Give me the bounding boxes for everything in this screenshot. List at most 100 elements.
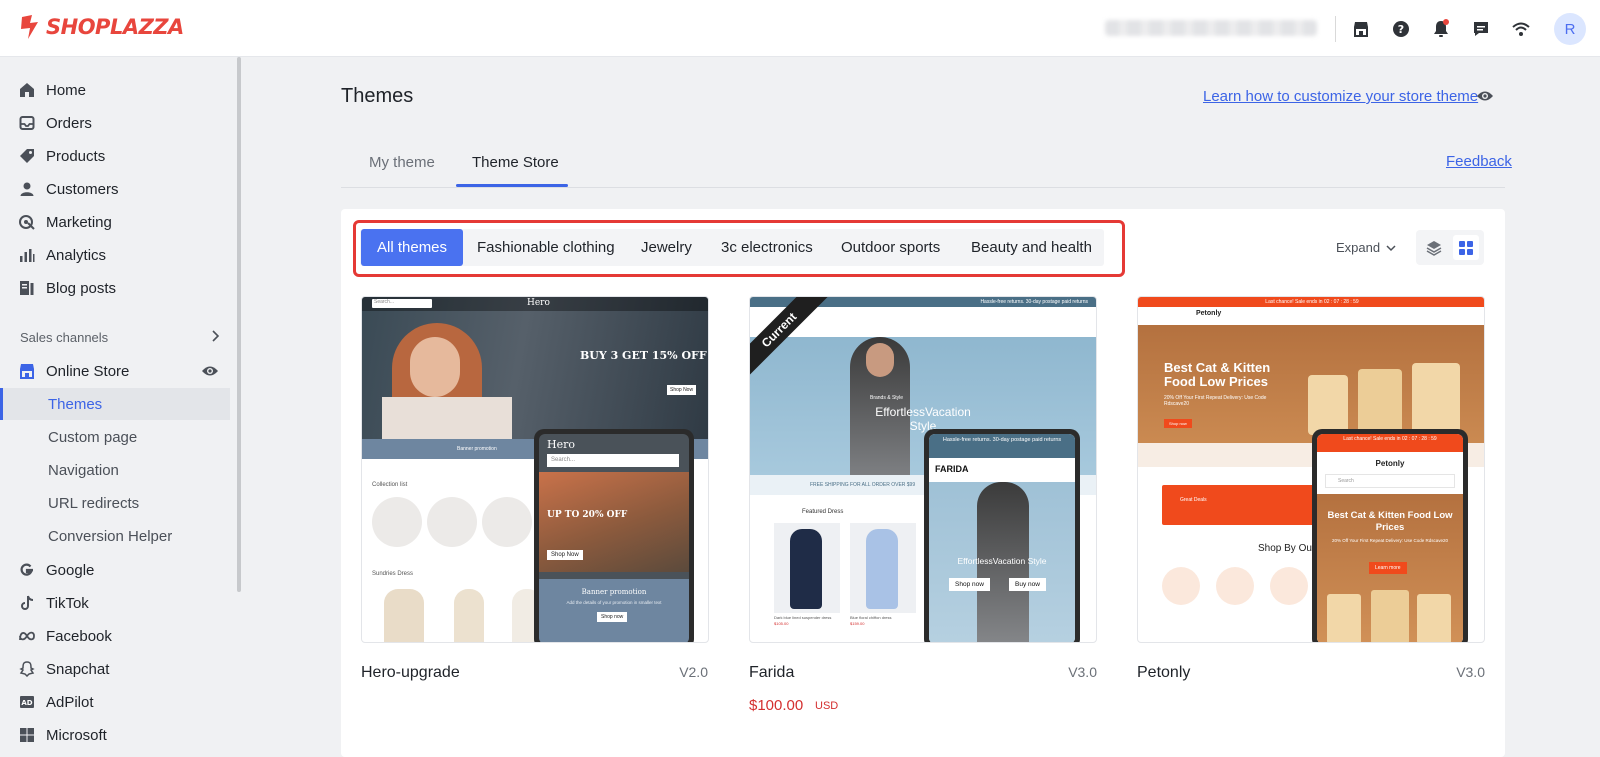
theme-currency-farida: USD (815, 700, 839, 712)
sidebar-item-facebook[interactable]: Facebook (18, 620, 112, 652)
chevron-right-icon[interactable] (208, 329, 222, 343)
mobile-logo: FARIDA (935, 464, 969, 474)
sidebar-item-adpilot[interactable]: AD AdPilot (18, 686, 94, 718)
help-icon[interactable]: ? (1390, 18, 1412, 40)
person-icon (18, 180, 36, 198)
theme-preview-petonly[interactable]: Last chance! Sale ends in 02 : 07 : 28 :… (1137, 296, 1485, 643)
expand-dropdown[interactable]: Expand (1336, 240, 1396, 255)
sidebar-sub-item-conversion-helper[interactable]: Conversion Helper (0, 520, 230, 552)
avatar[interactable]: R (1554, 13, 1586, 45)
sidebar-item-marketing[interactable]: Marketing (18, 206, 112, 238)
theme-name-farida[interactable]: Farida (749, 664, 794, 682)
sidebar-item-snapchat[interactable]: Snapchat (18, 653, 109, 685)
shoplazza-logo[interactable]: SHOPLAZZA (18, 14, 184, 40)
learn-customize-link[interactable]: Learn how to customize your store theme (1203, 88, 1478, 105)
feedback-link[interactable]: Feedback (1446, 153, 1512, 170)
sidebar-item-label: TikTok (46, 594, 89, 612)
view-toggle (1416, 230, 1484, 265)
eye-icon[interactable] (1476, 89, 1494, 103)
search-box: Search... (372, 299, 432, 308)
snapchat-icon (18, 660, 36, 678)
banner-subtitle: 20% Off Your First Repeat Delivery: Use … (1164, 395, 1267, 407)
mobile-announcement: Hassle-free returns. 30-day postage paid… (929, 434, 1075, 458)
current-ribbon: Current (750, 297, 830, 377)
theme-preview-hero[interactable]: Search... Hero BUY 3 GET 15% OFF Shop No… (361, 296, 709, 643)
sidebar-scrollbar[interactable] (237, 57, 241, 592)
sidebar-item-label: Analytics (46, 246, 107, 264)
sidebar-item-label: Online Store (46, 362, 130, 380)
orders-icon (18, 114, 36, 132)
sidebar-item-online-store[interactable]: Online Store (18, 355, 223, 387)
sidebar-item-orders[interactable]: Orders (18, 107, 92, 139)
store-logo: Hero (527, 298, 550, 308)
sidebar-item-label: Products (46, 147, 106, 165)
sidebar-item-google[interactable]: Google (18, 554, 94, 586)
tiktok-icon (18, 594, 36, 612)
tab-theme-store[interactable]: Theme Store (472, 154, 559, 171)
brand-name: SHOPLAZZA (46, 15, 184, 39)
sidebar-item-label: Blog posts (46, 279, 117, 297)
sidebar-sub-item-navigation[interactable]: Navigation (0, 454, 230, 486)
theme-name-hero[interactable]: Hero-upgrade (361, 664, 460, 682)
sidebar-sub-item-url-redirects[interactable]: URL redirects (0, 487, 230, 519)
home-icon (18, 81, 36, 99)
sidebar-item-tiktok[interactable]: TikTok (18, 587, 89, 619)
theme-name-petonly[interactable]: Petonly (1137, 664, 1190, 682)
banner-button: Shop now (1164, 419, 1192, 428)
mobile-search: Search... (547, 454, 679, 467)
sidebar-item-label: Home (46, 81, 87, 99)
layers-view-icon[interactable] (1421, 235, 1447, 260)
theme-version-petonly: V3.0 (1456, 664, 1485, 680)
theme-preview-farida[interactable]: Hassle-free returns. 30-day postage paid… (749, 296, 1097, 643)
sidebar-item-label: Google (46, 561, 95, 579)
product-name: Blue floral chiffon dress (850, 615, 892, 620)
wifi-icon[interactable] (1510, 18, 1532, 40)
store-icon[interactable] (1350, 18, 1372, 40)
mobile-promo-subtitle: Add the details of your promotion in sma… (566, 600, 662, 605)
svg-text:?: ? (1398, 23, 1404, 36)
top-bar: SHOPLAZZA ? R (0, 0, 1600, 57)
mobile-announcement: Last chance! Sale ends in 02 : 07 : 28 :… (1317, 434, 1463, 452)
theme-price-farida: $100.00 (749, 697, 804, 714)
woman-top (382, 397, 512, 439)
sidebar-item-blog-posts[interactable]: Blog posts (18, 272, 116, 304)
sidebar-item-label: AdPilot (46, 693, 94, 711)
grid-view-icon[interactable] (1453, 235, 1479, 260)
sidebar-item-customers[interactable]: Customers (18, 173, 119, 205)
sidebar-item-label: Marketing (46, 213, 112, 231)
sidebar-item-label: Snapchat (46, 660, 110, 678)
mobile-promo-button: Shop now (597, 612, 628, 622)
sidebar-item-products[interactable]: Products (18, 140, 105, 172)
blog-icon (18, 279, 36, 297)
mobile-buy-now-button: Buy now (1009, 578, 1046, 591)
sidebar-sub-item-themes[interactable]: Themes (0, 388, 230, 420)
sidebar-item-label: Facebook (46, 627, 112, 645)
eye-icon[interactable] (201, 364, 219, 378)
deal-title: Great Deals (1180, 497, 1207, 503)
logo-icon (21, 15, 38, 39)
banner-title: Best Cat & Kitten Food Low Prices (1164, 360, 1271, 389)
mobile-search: Search (1325, 474, 1455, 488)
marketing-icon (18, 213, 36, 231)
mobile-promo-title: Banner promotion (581, 588, 647, 596)
bell-icon[interactable] (1430, 18, 1452, 40)
sidebar-item-label: Orders (46, 114, 92, 132)
banner-kicker: Brands & Style (870, 395, 904, 401)
sidebar-sub-item-custom-page[interactable]: Custom page (0, 421, 230, 453)
sidebar-item-microsoft[interactable]: Microsoft (18, 719, 107, 751)
tab-my-theme[interactable]: My theme (369, 154, 435, 171)
sidebar-item-home[interactable]: Home (18, 74, 86, 106)
mobile-preview: Hassle-free returns. 30-day postage paid… (924, 429, 1080, 642)
highlight-box (353, 220, 1125, 277)
sidebar-item-analytics[interactable]: Analytics (18, 239, 106, 271)
section-title: Featured Dress (802, 509, 844, 515)
sidebar-item-label: Microsoft (46, 726, 107, 744)
chat-icon[interactable] (1470, 18, 1492, 40)
announcement-bar: Last chance! Sale ends in 02 : 07 : 28 :… (1138, 297, 1484, 307)
woman-face (410, 337, 460, 397)
mobile-preview: Last chance! Sale ends in 02 : 07 : 28 :… (1312, 429, 1468, 642)
mobile-logo: Petonly (1375, 459, 1405, 468)
meta-icon (18, 627, 36, 645)
mobile-learn-more-button: Learn more (1369, 562, 1407, 574)
svg-text:AD: AD (21, 699, 32, 707)
